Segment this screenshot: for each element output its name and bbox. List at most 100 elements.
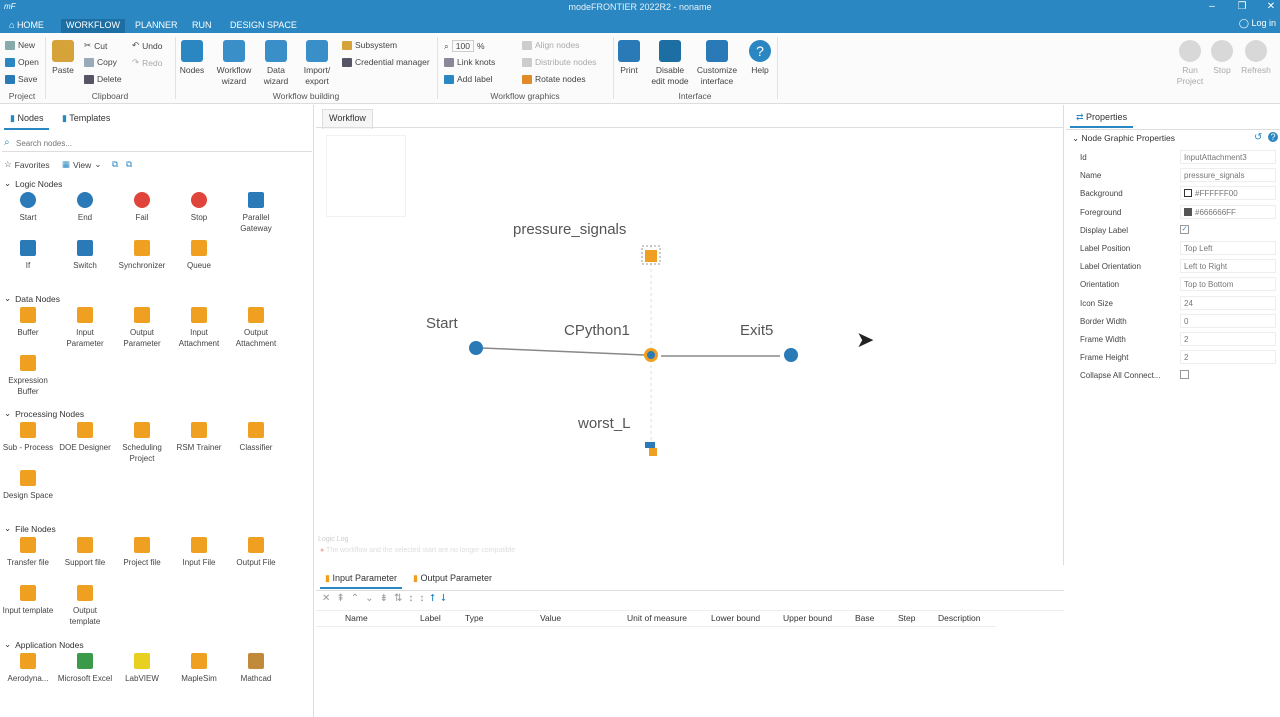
column-upper-bound[interactable]: Upper bound [783,613,832,623]
node-item[interactable]: Input Attachment [171,307,227,349]
zoom-field[interactable]: 100 [451,40,474,52]
node-item[interactable]: Stop [171,192,227,223]
property-value[interactable]: #666666FF [1180,204,1276,219]
node-item[interactable]: End [57,192,113,223]
node-item[interactable]: Input template [0,585,56,616]
property-value[interactable]: 24 [1180,295,1276,310]
reset-icon[interactable]: ↺ [1254,132,1262,143]
node-item[interactable]: LabVIEW [114,653,170,684]
node-item[interactable]: Sub - Process [0,422,56,453]
rotate-nodes-button[interactable]: Rotate nodes [522,74,586,84]
node-item[interactable]: Start [0,192,56,223]
help-button[interactable]: ? Help [746,40,774,76]
move-bottom-icon[interactable]: ⇟ [380,593,394,604]
node-item[interactable]: Switch [57,240,113,271]
property-value[interactable]: pressure_signals [1180,168,1276,183]
login-button[interactable]: ◯ Log in [1239,18,1276,29]
nodes-button[interactable]: Nodes [178,40,206,76]
property-value[interactable]: 2 [1180,350,1276,365]
column-label[interactable]: Label [420,613,441,623]
collapse-all-button[interactable]: ⧉ [126,159,132,170]
node-item[interactable]: Synchronizer [114,240,170,271]
maximize-icon[interactable]: ❐ [1232,1,1252,12]
node-item[interactable]: Fail [114,192,170,223]
node-item[interactable]: Queue [171,240,227,271]
subsystem-button[interactable]: Subsystem [342,40,397,50]
paste-button[interactable]: Paste [49,40,77,76]
tab-output-parameter[interactable]: ▮ Output Parameter [408,571,497,589]
tab-home[interactable]: ⌂ HOME [4,19,49,33]
zoom-control[interactable]: ⌕ 100% [444,40,485,52]
add-label-button[interactable]: Add label [444,74,492,84]
node-item[interactable]: RSM Trainer [171,422,227,453]
stop-button[interactable]: Stop [1208,40,1236,76]
copy-button[interactable]: Copy [84,57,117,67]
move-top-icon[interactable]: ⇞ [336,593,350,604]
section-header[interactable]: ⌄ Application Nodes [4,639,84,650]
node-item[interactable]: Microsoft Excel [57,653,113,684]
node-item[interactable]: Support file [57,537,113,568]
link-knots-button[interactable]: Link knots [444,57,495,67]
search-input[interactable] [16,137,306,150]
save-button[interactable]: Save [5,74,37,84]
cut-button[interactable]: ✂ Cut [84,40,107,51]
export-icon[interactable]: ⭡ [430,593,441,604]
property-value[interactable]: Top Left [1180,241,1276,255]
start-node-icon[interactable] [469,341,483,355]
refresh-button[interactable]: Refresh [1238,40,1274,76]
node-item[interactable]: Expression Buffer [0,355,56,397]
minimize-icon[interactable]: – [1202,1,1222,12]
tab-input-parameter[interactable]: ▮ Input Parameter [320,571,402,589]
property-value[interactable]: InputAttachment3 [1180,150,1276,164]
node-item[interactable]: Project file [114,537,170,568]
worst-node-icon[interactable] [645,442,655,448]
column-step[interactable]: Step [898,613,916,623]
node-item[interactable]: Output File [228,537,284,568]
property-value[interactable]: Left to Right [1180,259,1276,274]
open-button[interactable]: Open [5,57,39,67]
column-lower-bound[interactable]: Lower bound [711,613,760,623]
tab-design-space[interactable]: DESIGN SPACE [225,19,302,33]
label-cpython1[interactable]: CPython1 [564,322,630,339]
property-value[interactable]: #FFFFFF00 [1180,186,1276,201]
sort-icon[interactable]: ⇅ [394,593,408,604]
distribute-nodes-button[interactable]: Distribute nodes [522,57,596,67]
sort-desc-icon[interactable]: ↕ [419,593,430,604]
tab-workflow[interactable]: WORKFLOW [61,19,125,33]
label-start[interactable]: Start [426,315,458,332]
favorites-button[interactable]: ☆ Favorites [4,159,50,170]
input-attachment-node-icon[interactable] [645,250,657,262]
column-value[interactable]: Value [540,613,561,623]
import-export-button[interactable]: Import/ export [298,40,336,87]
tab-templates[interactable]: ▮ Templates [56,110,116,130]
node-item[interactable]: Scheduling Project [114,422,170,464]
node-item[interactable]: Mathcad [228,653,284,684]
node-graphic-properties-header[interactable]: ⌄ Node Graphic Properties [1072,133,1175,144]
customize-interface-button[interactable]: Customize interface [694,40,740,87]
node-item[interactable]: Output Attachment [228,307,284,349]
move-up-icon[interactable]: ⌃ [351,593,365,604]
label-worst-l[interactable]: worst_L [578,415,631,432]
workflow-wizard-button[interactable]: Workflow wizard [214,40,254,87]
column-description[interactable]: Description [938,613,981,623]
run-project-button[interactable]: Run Project [1174,40,1206,87]
sort-asc-icon[interactable]: ↕ [408,593,419,604]
search-box[interactable]: ⌕ [2,136,312,152]
section-header[interactable]: ⌄ Logic Nodes [4,178,62,189]
tab-planner[interactable]: PLANNER [130,19,183,33]
column-name[interactable]: Name [345,613,368,623]
property-value[interactable]: Top to Bottom [1180,277,1276,292]
node-item[interactable]: Input Parameter [57,307,113,349]
property-checkbox[interactable]: ✓ [1180,224,1189,234]
undo-button[interactable]: ↶ Undo [132,40,162,51]
node-item[interactable]: Buffer [0,307,56,338]
exit-node-icon[interactable] [784,348,798,362]
print-button[interactable]: Print [616,40,642,76]
import-icon[interactable]: ⭣ [441,593,452,604]
close-icon[interactable]: ✕ [1261,1,1280,12]
property-value[interactable]: 0 [1180,313,1276,328]
remove-icon[interactable]: ✕ [322,593,336,604]
node-item[interactable]: Output Parameter [114,307,170,349]
new-button[interactable]: New [5,40,35,50]
label-pressure-signals[interactable]: pressure_signals [513,221,626,238]
